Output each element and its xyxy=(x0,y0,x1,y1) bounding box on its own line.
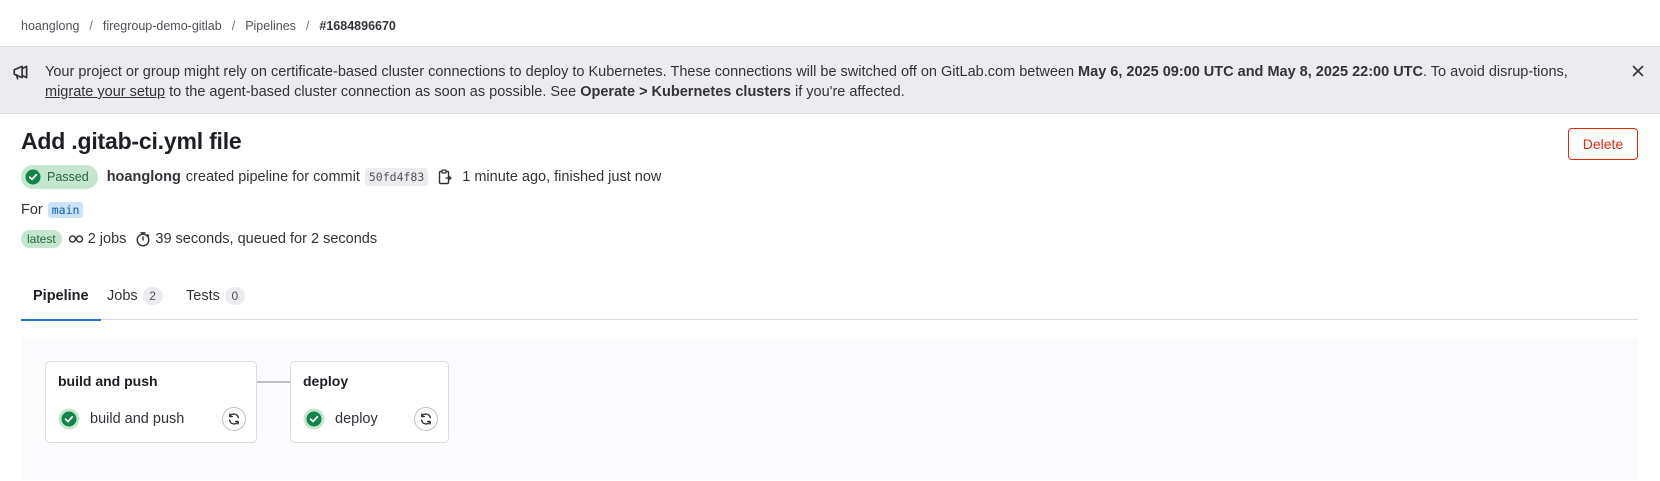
deprecation-banner: Your project or group might rely on cert… xyxy=(0,46,1660,114)
stage-deploy: deploy deploy xyxy=(290,361,449,443)
commit-sha[interactable]: 50fd4f83 xyxy=(364,168,429,186)
banner-dates: May 6, 2025 09:00 UTC and May 8, 2025 22… xyxy=(1078,64,1423,80)
stage-title: deploy xyxy=(303,373,349,389)
breadcrumb-current[interactable]: #1684896670 xyxy=(319,19,395,33)
breadcrumb-item-pipelines[interactable]: Pipelines xyxy=(245,19,296,33)
jobs-count: 2 jobs xyxy=(87,231,127,247)
breadcrumb: hoanglong / firegroup-demo-gitlab / Pipe… xyxy=(21,17,396,35)
tab-pipeline[interactable]: Pipeline xyxy=(21,272,101,321)
status-label: Passed xyxy=(47,170,89,184)
pipeline-graph: build and push build and push deploy dep… xyxy=(21,337,1638,480)
success-icon xyxy=(58,408,80,430)
author-link[interactable]: hoanglong xyxy=(107,169,181,185)
retry-button[interactable] xyxy=(414,407,438,431)
retry-icon xyxy=(228,413,240,425)
success-icon xyxy=(303,408,325,430)
branch-row: For main xyxy=(21,200,84,220)
delete-button[interactable]: Delete xyxy=(1568,128,1638,160)
migrate-setup-link[interactable]: migrate your setup xyxy=(45,84,165,100)
created-text: created pipeline for commit xyxy=(185,169,360,185)
close-icon[interactable] xyxy=(1630,63,1646,79)
breadcrumb-separator: / xyxy=(231,19,236,33)
pipeline-jobs-icon xyxy=(68,235,83,243)
check-circle-icon xyxy=(25,169,41,185)
latest-badge: latest xyxy=(21,230,62,248)
pipeline-meta: Passed hoanglong created pipeline for co… xyxy=(21,165,661,189)
job-name: deploy xyxy=(335,411,378,427)
jobs-count-badge: 2 xyxy=(142,287,163,305)
stage-build-and-push: build and push build and push xyxy=(45,361,257,443)
for-label: For xyxy=(21,202,43,218)
stage-connector xyxy=(257,381,290,383)
banner-path: Operate > Kubernetes clusters xyxy=(580,84,791,100)
breadcrumb-separator: / xyxy=(305,19,310,33)
job-build-and-push[interactable]: build and push xyxy=(58,406,246,432)
retry-icon xyxy=(420,413,432,425)
copy-icon[interactable] xyxy=(437,169,453,185)
retry-button[interactable] xyxy=(222,407,246,431)
job-name: build and push xyxy=(90,411,185,427)
branch-ref[interactable]: main xyxy=(47,202,84,218)
megaphone-icon xyxy=(13,65,28,80)
page-title: Add .gitab-ci.yml file xyxy=(21,128,242,154)
duration-text: 39 seconds, queued for 2 seconds xyxy=(155,231,378,247)
breadcrumb-item-user[interactable]: hoanglong xyxy=(21,19,79,33)
tab-jobs[interactable]: Jobs 2 xyxy=(107,272,175,320)
tests-count-badge: 0 xyxy=(224,287,245,305)
pipeline-time: 1 minute ago, finished just now xyxy=(462,169,662,185)
job-deploy[interactable]: deploy xyxy=(303,406,438,432)
status-badge[interactable]: Passed xyxy=(21,165,98,189)
pipeline-info: latest 2 jobs 39 seconds, queued for 2 s… xyxy=(21,229,377,249)
breadcrumb-item-project[interactable]: firegroup-demo-gitlab xyxy=(103,19,222,33)
pipeline-tabs: Pipeline Jobs 2 Tests 0 xyxy=(21,272,1638,321)
banner-message: Your project or group might rely on cert… xyxy=(45,64,1568,100)
timer-icon xyxy=(136,232,150,247)
breadcrumb-separator: / xyxy=(89,19,93,33)
tab-tests[interactable]: Tests 0 xyxy=(186,272,257,320)
stage-title: build and push xyxy=(58,373,158,389)
